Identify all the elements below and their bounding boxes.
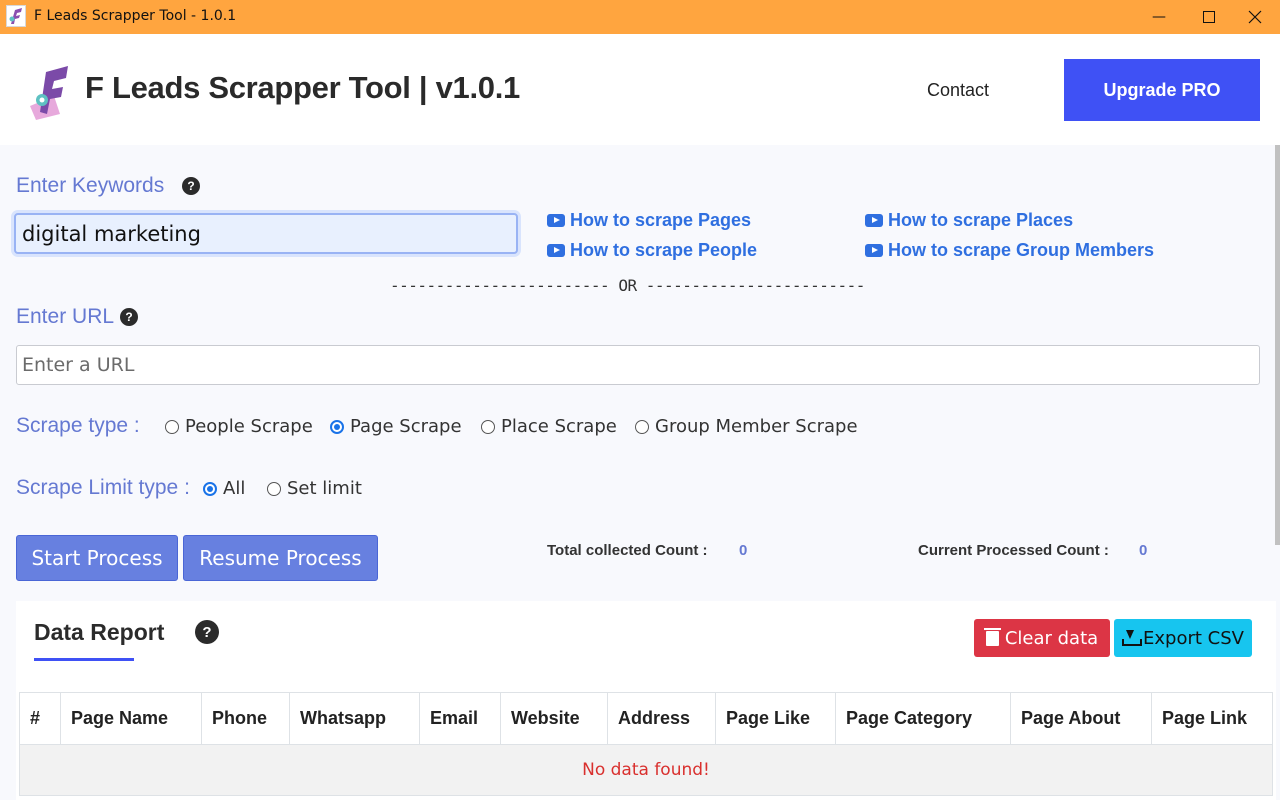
- scrollbar[interactable]: [1275, 145, 1280, 545]
- upgrade-pro-button[interactable]: Upgrade PRO: [1064, 59, 1260, 121]
- column-header[interactable]: Phone: [202, 693, 290, 745]
- column-header[interactable]: Website: [501, 693, 608, 745]
- radio-button[interactable]: [635, 420, 649, 434]
- radio-page-scrape[interactable]: Page Scrape: [330, 416, 462, 437]
- radio-label: Group Member Scrape: [655, 416, 858, 437]
- start-process-button[interactable]: Start Process: [16, 535, 178, 581]
- tutorial-link-label: How to scrape Group Members: [888, 240, 1154, 261]
- report-help-icon[interactable]: ?: [195, 620, 219, 644]
- radio-button[interactable]: [165, 420, 179, 434]
- window-title: F Leads Scrapper Tool - 1.0.1: [34, 8, 236, 24]
- radio-button[interactable]: [267, 482, 281, 496]
- tutorial-link-label: How to scrape Places: [888, 210, 1073, 231]
- scrape-limit-label: Scrape Limit type :: [16, 476, 190, 500]
- app-logo: [26, 62, 72, 120]
- scrape-type-label: Scrape type :: [16, 414, 140, 438]
- export-csv-button[interactable]: Export CSV: [1114, 619, 1252, 657]
- tutorial-link-label: How to scrape People: [570, 240, 757, 261]
- keywords-help-icon[interactable]: ?: [182, 177, 200, 195]
- tutorial-link-pages[interactable]: How to scrape Pages: [547, 210, 751, 231]
- maximize-button[interactable]: [1186, 0, 1232, 34]
- radio-button-checked[interactable]: [203, 482, 217, 496]
- radio-group-member-scrape[interactable]: Group Member Scrape: [635, 416, 858, 437]
- empty-message: No data found!: [20, 745, 1273, 796]
- youtube-icon: [547, 214, 565, 227]
- app-header: F Leads Scrapper Tool | v1.0.1 Contact U…: [0, 34, 1280, 145]
- column-header[interactable]: Page Link: [1152, 693, 1273, 745]
- export-csv-label: Export CSV: [1143, 628, 1244, 649]
- column-header[interactable]: #: [20, 693, 61, 745]
- data-table: # Page Name Phone Whatsapp Email Website…: [19, 692, 1273, 796]
- column-header[interactable]: Page Like: [716, 693, 836, 745]
- radio-label: Place Scrape: [501, 416, 617, 437]
- url-input[interactable]: [16, 345, 1260, 385]
- column-header[interactable]: Whatsapp: [290, 693, 420, 745]
- radio-label: Set limit: [287, 478, 362, 499]
- radio-label: Page Scrape: [350, 416, 462, 437]
- resume-process-button[interactable]: Resume Process: [183, 535, 378, 581]
- data-report-title: Data Report: [34, 619, 164, 646]
- keywords-input[interactable]: [14, 213, 518, 254]
- close-icon: [1248, 10, 1262, 24]
- column-header[interactable]: Page About: [1011, 693, 1152, 745]
- url-help-icon[interactable]: ?: [120, 308, 138, 326]
- minimize-button[interactable]: —: [1136, 0, 1182, 34]
- table-row: No data found!: [20, 745, 1273, 796]
- clear-data-label: Clear data: [1005, 628, 1098, 649]
- keywords-label: Enter Keywords: [16, 174, 164, 198]
- processed-count-value: 0: [1139, 542, 1147, 559]
- window-titlebar: F Leads Scrapper Tool - 1.0.1 —: [0, 0, 1280, 34]
- radio-button[interactable]: [481, 420, 495, 434]
- column-header[interactable]: Email: [420, 693, 501, 745]
- url-label: Enter URL: [16, 305, 114, 329]
- youtube-icon: [865, 214, 883, 227]
- download-icon: [1122, 630, 1138, 646]
- app-title: F Leads Scrapper Tool | v1.0.1: [85, 70, 520, 106]
- radio-label: All: [223, 478, 245, 499]
- or-separator: ------------------------ OR ------------…: [390, 276, 865, 295]
- radio-set-limit[interactable]: Set limit: [267, 478, 362, 499]
- close-button[interactable]: [1232, 0, 1278, 34]
- column-header[interactable]: Address: [608, 693, 716, 745]
- trash-icon: [986, 631, 999, 646]
- total-count-label: Total collected Count :: [547, 542, 708, 559]
- processed-count-label: Current Processed Count :: [918, 542, 1109, 559]
- app-icon: [6, 5, 26, 27]
- column-header[interactable]: Page Category: [836, 693, 1011, 745]
- radio-people-scrape[interactable]: People Scrape: [165, 416, 313, 437]
- tutorial-link-label: How to scrape Pages: [570, 210, 751, 231]
- radio-button-checked[interactable]: [330, 420, 344, 434]
- radio-limit-all[interactable]: All: [203, 478, 245, 499]
- column-header[interactable]: Page Name: [61, 693, 202, 745]
- clear-data-button[interactable]: Clear data: [974, 619, 1110, 657]
- tutorial-link-people[interactable]: How to scrape People: [547, 240, 757, 261]
- tutorial-link-group-members[interactable]: How to scrape Group Members: [865, 240, 1154, 261]
- youtube-icon: [865, 244, 883, 257]
- table-header-row: # Page Name Phone Whatsapp Email Website…: [20, 693, 1273, 745]
- maximize-icon: [1203, 11, 1215, 23]
- youtube-icon: [547, 244, 565, 257]
- title-underline: [34, 658, 134, 661]
- radio-label: People Scrape: [185, 416, 313, 437]
- contact-link[interactable]: Contact: [927, 80, 989, 101]
- tutorial-link-places[interactable]: How to scrape Places: [865, 210, 1073, 231]
- total-count-value: 0: [739, 542, 747, 559]
- radio-place-scrape[interactable]: Place Scrape: [481, 416, 617, 437]
- data-report-panel: Data Report ? Clear data Export CSV # Pa…: [16, 601, 1276, 800]
